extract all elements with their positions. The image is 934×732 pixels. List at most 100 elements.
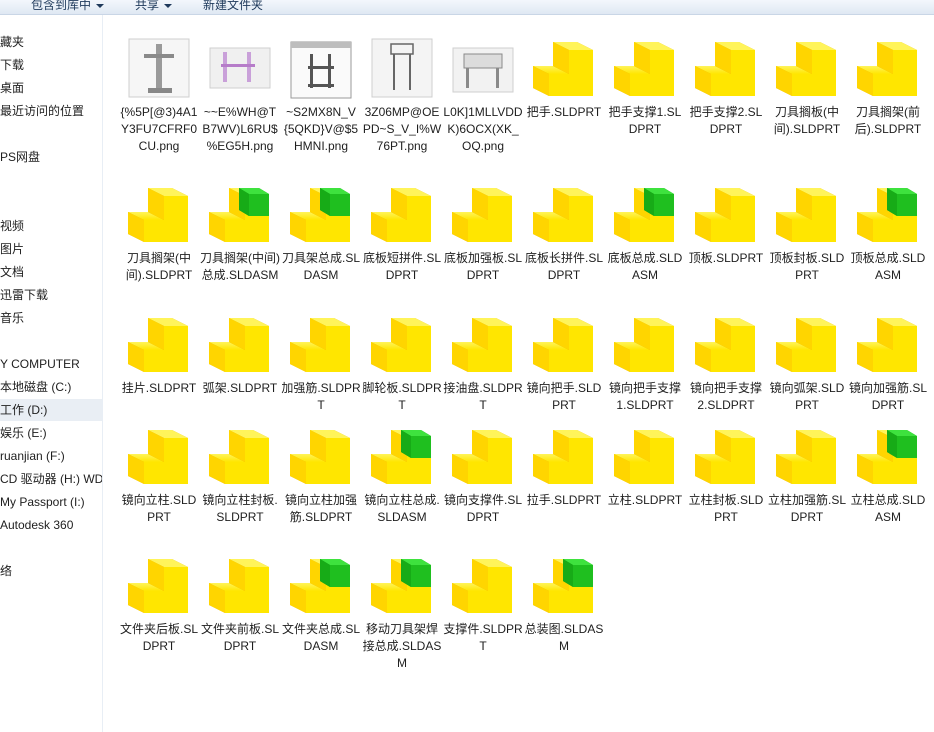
nav-label: Autodesk 360 (0, 518, 74, 532)
solidworks-part-icon (288, 424, 354, 490)
nav-drive-i[interactable]: My Passport (I:) (0, 491, 102, 513)
vertical-scrollbar[interactable] (930, 15, 934, 732)
nav-drive-f[interactable]: ruanjian (F:) (0, 445, 102, 467)
image-thumbnail (369, 36, 435, 102)
command-toolbar: 包含到库中 共享 新建文件夹 (0, 0, 934, 15)
file-name: 镜向支撑件.SLDPRT (443, 493, 522, 524)
chevron-down-icon (96, 3, 105, 8)
solidworks-part-icon (693, 312, 759, 378)
file-name: 刀具搁板(中间).SLDPRT (773, 105, 841, 136)
file-name: 总装图.SLDASM (524, 622, 604, 653)
file-name: 加强筋.SLDPRT (281, 381, 361, 412)
solidworks-assembly-icon (612, 182, 678, 248)
nav-label: 迅雷下载 (0, 288, 49, 302)
file-name: 立柱.SLDPRT (607, 493, 683, 507)
file-name: 立柱封板.SLDPRT (688, 493, 764, 524)
nav-drive-h[interactable]: CD 驱动器 (H:) WD (0, 468, 102, 490)
file-name: 镜向立柱总成.SLDASM (364, 493, 440, 524)
file-name: 文件夹总成.SLDASM (281, 622, 360, 653)
file-name: 文件夹前板.SLDPRT (200, 622, 279, 653)
file-name: L0K]1MLLVDDK)6OCX(XK_OQ.png (443, 105, 523, 153)
nav-music[interactable]: 音乐 (0, 307, 102, 329)
navigation-pane: 藏夹 下载 桌面 最近访问的位置 PS网盘 视频 图片 文档 迅雷下载 音乐 Y… (0, 15, 103, 732)
share-button[interactable]: 共享 (135, 0, 173, 14)
nav-favorites[interactable]: 藏夹 (0, 31, 102, 53)
nav-drive-c[interactable]: 本地磁盘 (C:) (0, 376, 102, 398)
nav-drive-e[interactable]: 娱乐 (E:) (0, 422, 102, 444)
nav-label: Y COMPUTER (0, 357, 80, 371)
solidworks-assembly-icon (369, 424, 435, 490)
nav-label: 下载 (0, 58, 25, 72)
chevron-down-icon (164, 3, 173, 8)
nav-recent-places[interactable]: 最近访问的位置 (0, 100, 102, 122)
nav-label: My Passport (I:) (0, 495, 85, 509)
solidworks-part-icon (693, 182, 759, 248)
nav-desktop[interactable]: 桌面 (0, 77, 102, 99)
nav-network[interactable]: 络 (0, 560, 102, 582)
file-name: ~~E%WH@TB7WV)L6RU$%EG5H.png (202, 105, 278, 153)
solidworks-part-icon (126, 312, 192, 378)
file-name: 刀具搁架(中间)总成.SLDASM (200, 251, 280, 282)
solidworks-part-icon (450, 312, 516, 378)
file-name: 底板总成.SLDASM (607, 251, 683, 282)
file-name: 镜向把手.SLDPRT (526, 381, 602, 412)
nav-label: 视频 (0, 219, 25, 233)
solidworks-part-icon (693, 424, 759, 490)
nav-downloads[interactable]: 下载 (0, 54, 102, 76)
new-folder-button[interactable]: 新建文件夹 (203, 0, 263, 14)
nav-label: 本地磁盘 (C:) (0, 380, 72, 394)
file-name: 刀具搁架(中间).SLDPRT (125, 251, 193, 282)
solidworks-part-icon (774, 182, 840, 248)
file-name: 镜向把手支撑1.SLDPRT (608, 381, 681, 412)
nav-label: 音乐 (0, 311, 25, 325)
solidworks-part-icon (693, 36, 759, 102)
nav-pictures[interactable]: 图片 (0, 238, 102, 260)
nav-videos[interactable]: 视频 (0, 215, 102, 237)
nav-label: 图片 (0, 242, 25, 256)
file-name: 移动刀具架焊接总成.SLDASM (362, 622, 442, 670)
file-name: 镜向弧架.SLDPRT (769, 381, 845, 412)
nav-wps-cloud[interactable]: PS网盘 (0, 146, 102, 168)
file-name: 把手支撑2.SLDPRT (689, 105, 763, 136)
solidworks-part-icon (855, 312, 921, 378)
solidworks-part-icon (207, 312, 273, 378)
solidworks-part-icon (774, 36, 840, 102)
solidworks-assembly-icon (369, 553, 435, 619)
solidworks-assembly-icon (531, 553, 597, 619)
nav-thunder-downloads[interactable]: 迅雷下载 (0, 284, 102, 306)
image-thumbnail (126, 36, 192, 102)
nav-autodesk-360[interactable]: Autodesk 360 (0, 514, 102, 536)
solidworks-part-icon (369, 312, 435, 378)
new-folder-label: 新建文件夹 (203, 0, 264, 12)
solidworks-part-icon (288, 312, 354, 378)
file-name: 刀具搁架(前后).SLDPRT (854, 105, 922, 136)
solidworks-part-icon (207, 424, 273, 490)
file-name: 立柱加强筋.SLDPRT (767, 493, 846, 524)
file-name: 底板长拼件.SLDPRT (524, 251, 603, 282)
include-in-library-button[interactable]: 包含到库中 (31, 0, 105, 14)
file-name: 镜向加强筋.SLDPRT (848, 381, 927, 412)
file-name: 文件夹后板.SLDPRT (119, 622, 198, 653)
file-name: 刀具架总成.SLDASM (281, 251, 360, 282)
file-name: 镜向把手支撑2.SLDPRT (689, 381, 762, 412)
file-name: 脚轮板.SLDPRT (362, 381, 442, 412)
solidworks-part-icon (531, 182, 597, 248)
file-name: 顶板总成.SLDASM (850, 251, 926, 282)
file-name: 把手支撑1.SLDPRT (608, 105, 682, 136)
file-name: 挂片.SLDPRT (121, 381, 197, 395)
nav-documents[interactable]: 文档 (0, 261, 102, 283)
solidworks-part-icon (126, 424, 192, 490)
image-thumbnail (450, 36, 516, 102)
solidworks-part-icon (450, 182, 516, 248)
solidworks-assembly-icon (207, 182, 273, 248)
solidworks-part-icon (450, 424, 516, 490)
nav-drive-d[interactable]: 工作 (D:) (0, 399, 102, 421)
solidworks-part-icon (450, 553, 516, 619)
nav-label: ruanjian (F:) (0, 449, 65, 463)
solidworks-assembly-icon (855, 424, 921, 490)
nav-my-computer[interactable]: Y COMPUTER (0, 353, 102, 375)
solidworks-part-icon (855, 36, 921, 102)
solidworks-part-icon (126, 182, 192, 248)
file-name: 3Z06MP@OEPD~S_V_I%W76PT.png (362, 105, 442, 153)
solidworks-part-icon (774, 312, 840, 378)
